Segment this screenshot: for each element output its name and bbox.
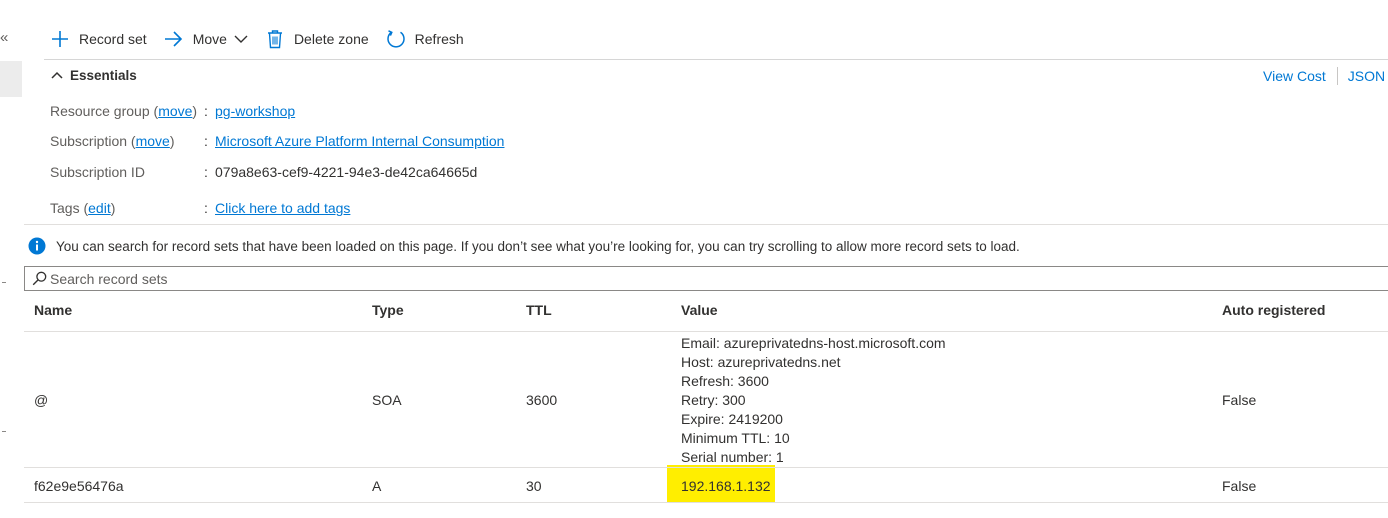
refresh-button[interactable]: Refresh — [386, 26, 464, 52]
subscription-row: Subscription (move) : Microsoft Azure Pl… — [50, 133, 505, 149]
info-icon — [28, 237, 46, 255]
move-subscription-link[interactable]: move — [136, 133, 170, 149]
subscription-id-row: Subscription ID : 079a8e63-cef9-4221-94e… — [50, 164, 478, 180]
resource-group-link[interactable]: pg-workshop — [215, 103, 295, 119]
move-resource-group-link[interactable]: move — [158, 103, 192, 119]
resource-group-row: Resource group (move) : pg-workshop — [50, 103, 296, 119]
info-message-text: You can search for record sets that have… — [56, 238, 1020, 254]
record-type: SOA — [372, 392, 402, 408]
record-set-label: Record set — [79, 31, 147, 47]
chevron-up-icon — [51, 71, 63, 79]
left-nav-strip: « — [0, 0, 24, 518]
column-header-type[interactable]: Type — [372, 302, 404, 318]
column-header-ttl[interactable]: TTL — [526, 302, 552, 318]
essentials-toggle[interactable]: Essentials — [51, 66, 137, 84]
divider — [24, 331, 1388, 332]
record-name[interactable]: f62e9e56476a — [34, 478, 124, 494]
nav-selected-item[interactable] — [0, 61, 22, 97]
view-cost-link[interactable]: View Cost — [1263, 68, 1326, 84]
column-header-value[interactable]: Value — [681, 302, 718, 318]
add-tags-link[interactable]: Click here to add tags — [215, 200, 350, 216]
json-view-link[interactable]: JSON V — [1348, 68, 1388, 84]
soa-refresh: Refresh: 3600 — [681, 373, 769, 389]
chevron-down-icon — [234, 32, 248, 46]
subscription-id-value: 079a8e63-cef9-4221-94e3-de42ca64665d — [215, 164, 478, 180]
edit-tags-link[interactable]: edit — [88, 200, 111, 216]
soa-host: Host: azureprivatedns.net — [681, 354, 841, 370]
add-record-set-button[interactable]: Record set — [50, 26, 147, 52]
soa-minimum-ttl: Minimum TTL: 10 — [681, 430, 790, 446]
record-name[interactable]: @ — [34, 392, 48, 408]
subscription-id-label: Subscription ID — [50, 164, 145, 180]
divider — [24, 224, 1388, 225]
search-icon — [30, 270, 48, 288]
record-auto-registered: False — [1222, 478, 1257, 494]
subscription-link[interactable]: Microsoft Azure Platform Internal Consum… — [215, 133, 504, 149]
record-value: 192.168.1.132 — [681, 478, 771, 494]
soa-email: Email: azureprivatedns-host.microsoft.co… — [681, 335, 946, 351]
delete-zone-button[interactable]: Delete zone — [265, 26, 369, 52]
divider — [44, 59, 1388, 60]
delete-zone-label: Delete zone — [293, 31, 369, 47]
column-header-name[interactable]: Name — [34, 302, 72, 318]
nav-divider — [2, 431, 6, 432]
refresh-icon — [386, 29, 406, 49]
record-ttl: 30 — [526, 478, 542, 494]
tags-row: Tags (edit) : Click here to add tags — [50, 200, 351, 216]
soa-expire: Expire: 2419200 — [681, 411, 783, 427]
move-button[interactable]: Move — [164, 26, 248, 52]
record-ttl: 3600 — [526, 392, 558, 408]
separator — [1336, 67, 1338, 85]
dns-zone-overview-page: « Record set Move Delete zone Refresh Es… — [0, 0, 1388, 518]
record-auto-registered: False — [1222, 392, 1257, 408]
divider — [24, 467, 1388, 468]
subscription-label: Subscription (move) — [50, 133, 175, 149]
record-type: A — [372, 478, 382, 494]
column-header-auto-registered[interactable]: Auto registered — [1222, 302, 1325, 318]
record-value: Email: azureprivatedns-host.microsoft.co… — [681, 334, 946, 467]
search-input[interactable] — [50, 270, 1350, 287]
search-box[interactable] — [24, 266, 1388, 291]
tags-label: Tags (edit) — [50, 200, 116, 216]
soa-retry: Retry: 300 — [681, 392, 746, 408]
essentials-title: Essentials — [70, 67, 137, 83]
plus-icon — [50, 29, 70, 49]
command-bar: Record set Move Delete zone Refresh — [50, 26, 481, 52]
trash-icon — [265, 29, 285, 49]
move-label: Move — [192, 31, 227, 47]
collapse-menu-icon[interactable]: « — [0, 28, 14, 48]
refresh-label: Refresh — [414, 31, 464, 47]
info-message-bar: You can search for record sets that have… — [28, 236, 1020, 256]
resource-group-label: Resource group (move) — [50, 103, 198, 119]
view-links: View Cost JSON V — [1263, 67, 1388, 85]
arrow-right-icon — [164, 29, 184, 49]
nav-divider — [2, 282, 6, 283]
divider — [24, 502, 1388, 503]
